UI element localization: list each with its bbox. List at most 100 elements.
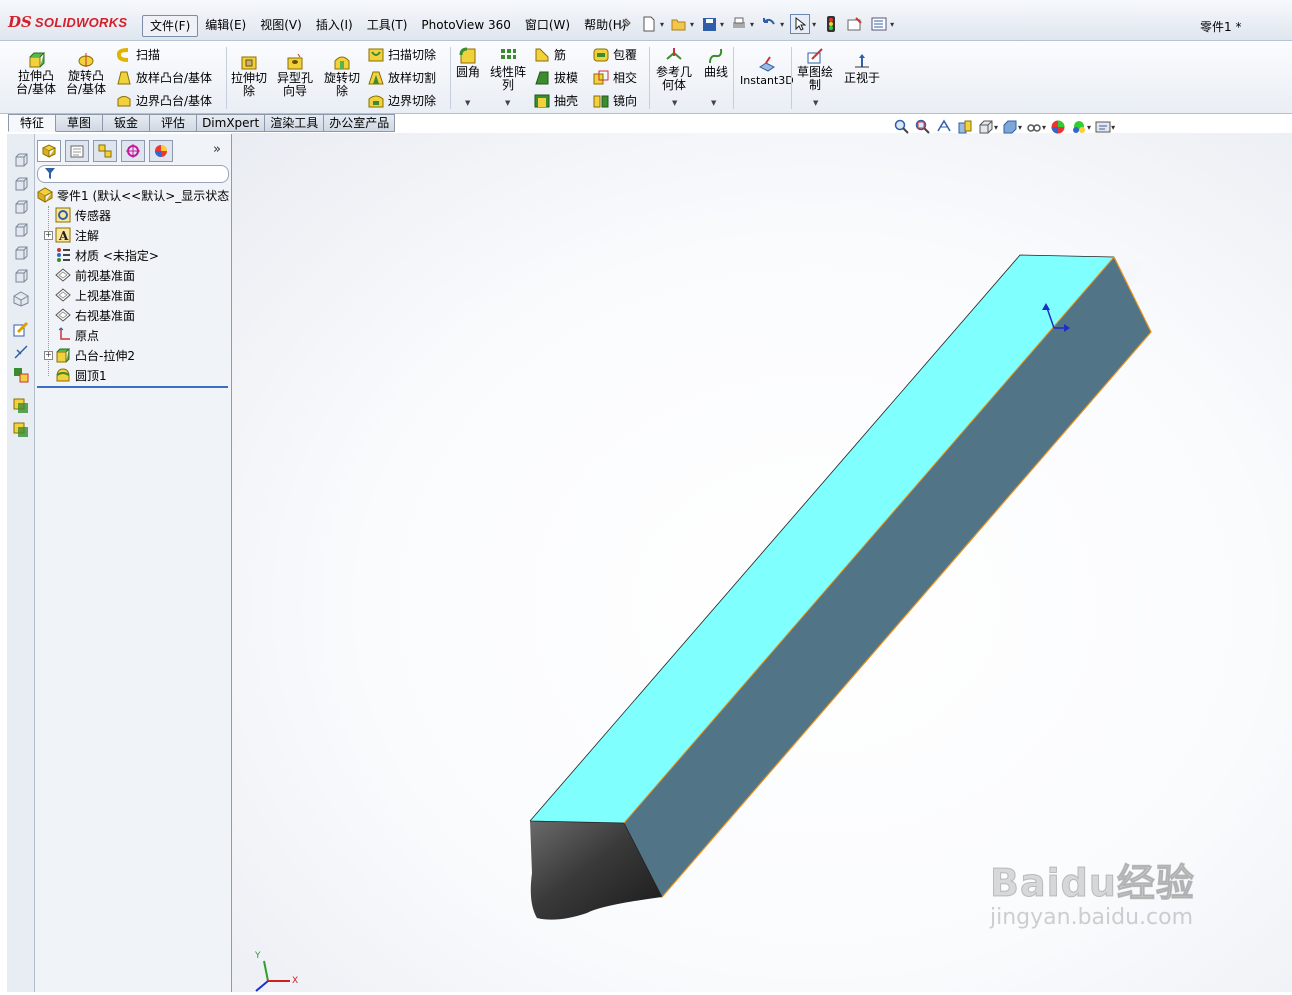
chevron-down-icon[interactable]: ▾	[890, 20, 894, 29]
chevron-down-icon[interactable]: ▾	[994, 123, 998, 132]
display-manager-tab[interactable]	[149, 140, 173, 162]
chevron-down-icon[interactable]: ▾	[690, 20, 694, 29]
zoom-to-fit-icon[interactable]	[893, 118, 911, 136]
tree-item-right-plane[interactable]: 右视基准面	[55, 306, 135, 324]
tree-item-top-plane[interactable]: 上视基准面	[55, 286, 135, 304]
smart-dimension-icon[interactable]	[13, 344, 29, 360]
chevron-down-icon[interactable]: ▾	[1087, 123, 1091, 132]
chevron-down-icon[interactable]: ▾	[812, 20, 816, 29]
right-view-icon[interactable]	[13, 222, 29, 238]
draft-button[interactable]: 拔模	[534, 69, 578, 86]
tab-dimxpert[interactable]: DimXpert	[197, 114, 266, 132]
tree-item-material[interactable]: 材质 <未指定>	[55, 246, 159, 264]
menu-insert[interactable]: 插入(I)	[309, 15, 360, 35]
side-face[interactable]	[624, 257, 1151, 897]
sweep-button[interactable]: 扫描	[116, 46, 160, 63]
tab-sketch[interactable]: 草图	[56, 114, 104, 132]
top-view-icon[interactable]	[13, 245, 29, 261]
select-arrow-icon[interactable]	[790, 14, 811, 34]
chevron-down-icon[interactable]: ▾	[1111, 123, 1115, 132]
rebuild-traffic-light-icon[interactable]	[822, 15, 840, 33]
hole-wizard-button[interactable]: 异型孔 向导	[277, 53, 313, 98]
tree-root-part[interactable]: 零件1 (默认<<默认>_显示状态	[37, 186, 229, 204]
tab-sheet-metal[interactable]: 钣金	[103, 114, 151, 132]
tree-item-dome1[interactable]: 圆顶1	[55, 366, 107, 384]
reference-geometry-button[interactable]: 参考几 何体	[656, 47, 692, 92]
instant3d-button[interactable]: Instant3D	[740, 55, 794, 87]
edit-appearance-icon[interactable]	[1049, 118, 1067, 136]
chevron-down-icon[interactable]: ▼	[711, 99, 716, 107]
sketch-button[interactable]: 草图绘 制	[797, 47, 833, 92]
tab-office-products[interactable]: 办公室产品	[324, 114, 396, 132]
chevron-down-icon[interactable]: ▾	[780, 20, 784, 29]
intersect-button[interactable]: 相交	[593, 69, 637, 86]
insert-part-icon[interactable]	[13, 398, 29, 414]
tree-item-front-plane[interactable]: 前视基准面	[55, 266, 135, 284]
chevron-down-icon[interactable]: ▾	[660, 20, 664, 29]
previous-view-icon[interactable]	[935, 118, 953, 136]
zoom-to-area-icon[interactable]	[914, 118, 932, 136]
view-orientation-icon[interactable]	[977, 118, 995, 136]
expand-panel-icon[interactable]: »	[213, 142, 221, 157]
back-view-icon[interactable]	[13, 176, 29, 192]
extrude-boss-button[interactable]: 拉伸凸 台/基体	[16, 51, 56, 96]
open-folder-icon[interactable]	[670, 15, 688, 33]
display-style-icon[interactable]	[1001, 118, 1019, 136]
tab-evaluate[interactable]: 评估	[150, 114, 198, 132]
rib-button[interactable]: 筋	[534, 46, 566, 63]
sketch-pencil-icon[interactable]	[13, 321, 29, 337]
chevron-down-icon[interactable]: ▾	[720, 20, 724, 29]
tree-item-sensors[interactable]: 传感器	[55, 206, 111, 224]
section-view-icon[interactable]	[956, 118, 974, 136]
shell-button[interactable]: 抽壳	[534, 92, 578, 109]
combine-icon[interactable]	[13, 422, 29, 438]
view-settings-icon[interactable]	[1094, 118, 1112, 136]
chevron-down-icon[interactable]: ▼	[813, 99, 818, 107]
feature-manager-tab[interactable]	[37, 140, 61, 162]
hide-show-items-icon[interactable]	[1025, 118, 1043, 136]
mirror-button[interactable]: 镜向	[593, 92, 637, 109]
left-view-icon[interactable]	[13, 199, 29, 215]
expand-toggle[interactable]: +	[44, 231, 53, 240]
linear-pattern-button[interactable]: 线性阵 列	[490, 47, 526, 92]
boundary-cut-button[interactable]: 边界切除	[368, 92, 436, 109]
loft-boss-button[interactable]: 放样凸台/基体	[116, 69, 212, 86]
boundary-boss-button[interactable]: 边界凸台/基体	[116, 92, 212, 109]
save-icon[interactable]	[700, 15, 718, 33]
front-view-icon[interactable]	[13, 152, 29, 168]
lofted-cut-button[interactable]: 放样切割	[368, 69, 436, 86]
menu-photoview[interactable]: PhotoView 360	[414, 15, 517, 35]
dimxpert-manager-tab[interactable]	[121, 140, 145, 162]
tree-item-origin[interactable]: 原点	[55, 326, 99, 344]
tab-features[interactable]: 特征	[8, 114, 57, 132]
menu-edit[interactable]: 编辑(E)	[198, 15, 253, 35]
tab-render-tools[interactable]: 渲染工具	[265, 114, 325, 132]
configuration-manager-tab[interactable]	[93, 140, 117, 162]
pushpin-icon[interactable]	[616, 15, 634, 33]
chevron-down-icon[interactable]: ▼	[672, 99, 677, 107]
chevron-down-icon[interactable]: ▾	[750, 20, 754, 29]
tree-filter[interactable]	[37, 165, 229, 183]
chevron-down-icon[interactable]: ▼	[505, 99, 510, 107]
solidworks-logo[interactable]: DS SOLIDWORKS	[8, 12, 127, 32]
chevron-down-icon[interactable]: ▼	[465, 99, 470, 107]
undo-icon[interactable]	[760, 15, 778, 33]
isometric-view-icon[interactable]	[13, 291, 29, 307]
file-properties-icon[interactable]	[846, 15, 864, 33]
menu-window[interactable]: 窗口(W)	[518, 15, 577, 35]
top-face[interactable]	[530, 255, 1114, 823]
expand-toggle[interactable]: +	[44, 351, 53, 360]
new-document-icon[interactable]	[640, 15, 658, 33]
wrap-button[interactable]: 包覆	[593, 46, 637, 63]
tree-item-annotations[interactable]: A 注解	[55, 226, 99, 244]
curves-button[interactable]: 曲线	[704, 47, 728, 79]
options-icon[interactable]	[870, 15, 888, 33]
relations-icon[interactable]	[13, 367, 29, 383]
menu-file[interactable]: 文件(F)	[142, 15, 199, 37]
tree-item-boss-extrude2[interactable]: 凸台-拉伸2	[55, 346, 135, 364]
extrude-cut-button[interactable]: 拉伸切 除	[231, 53, 267, 98]
revolve-cut-button[interactable]: 旋转切 除	[324, 53, 360, 98]
property-manager-tab[interactable]	[65, 140, 89, 162]
menu-view[interactable]: 视图(V)	[253, 15, 309, 35]
apply-scene-icon[interactable]	[1070, 118, 1088, 136]
